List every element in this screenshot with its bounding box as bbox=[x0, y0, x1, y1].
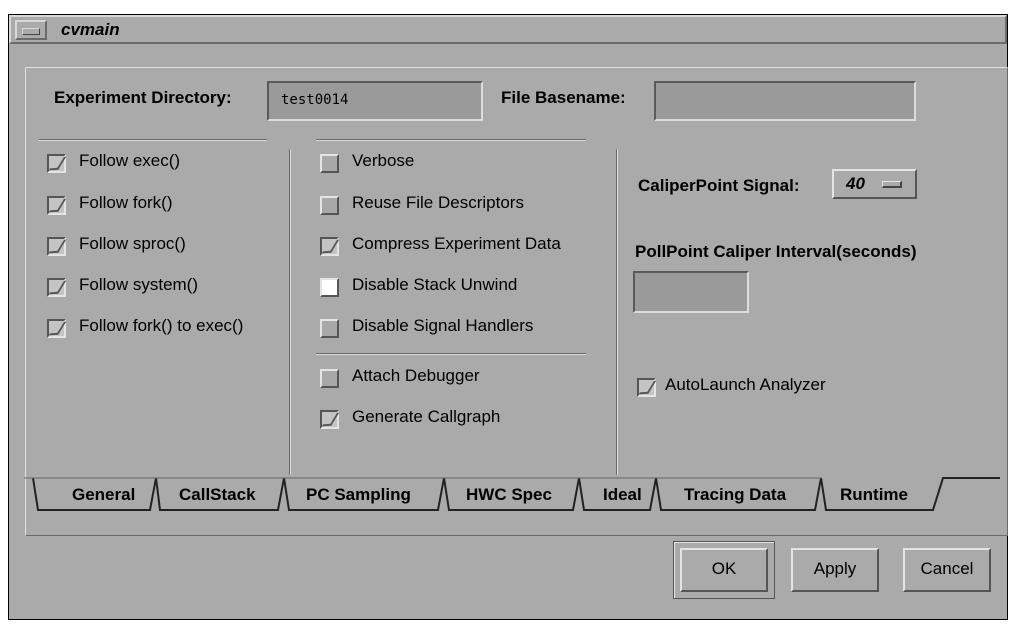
follow-fork-to-exec-checkbox[interactable] bbox=[47, 319, 66, 338]
follow-options-group: Follow exec() Follow fork() Follow sproc… bbox=[47, 151, 287, 351]
tab-callstack[interactable]: CallStack bbox=[179, 485, 256, 505]
follow-fork-checkbox[interactable] bbox=[47, 196, 66, 215]
compress-experiment-data-label: Compress Experiment Data bbox=[352, 234, 561, 253]
ok-button[interactable]: OK bbox=[680, 548, 768, 592]
runtime-options-group: Verbose Reuse File Descriptors Compress … bbox=[320, 151, 610, 471]
option-menu-indicator-icon bbox=[882, 181, 902, 188]
column-divider-left bbox=[289, 149, 291, 475]
pollpoint-interval-field[interactable] bbox=[633, 271, 749, 313]
experiment-directory-value: test0014 bbox=[281, 92, 349, 108]
autolaunch-analyzer-label: AutoLaunch Analyzer bbox=[665, 375, 826, 394]
pollpoint-interval-label: PollPoint Caliper Interval(seconds) bbox=[635, 242, 917, 261]
tab-ideal[interactable]: Ideal bbox=[603, 485, 642, 505]
follow-separator bbox=[39, 139, 267, 141]
compress-experiment-data-checkbox[interactable] bbox=[320, 237, 339, 256]
cancel-button[interactable]: Cancel bbox=[903, 548, 991, 592]
follow-sproc-checkbox[interactable] bbox=[47, 237, 66, 256]
experiment-directory-field[interactable]: test0014 bbox=[267, 81, 483, 121]
disable-stack-unwind-checkbox[interactable] bbox=[320, 278, 339, 297]
attach-debugger-checkbox[interactable] bbox=[320, 369, 339, 388]
attach-debugger-label: Attach Debugger bbox=[352, 366, 480, 385]
tab-pc-sampling[interactable]: PC Sampling bbox=[306, 485, 411, 505]
disable-stack-unwind-label: Disable Stack Unwind bbox=[352, 275, 518, 294]
follow-fork-label: Follow fork() bbox=[79, 193, 173, 212]
follow-system-label: Follow system() bbox=[79, 275, 199, 294]
disable-signal-handlers-label: Disable Signal Handlers bbox=[352, 316, 534, 335]
apply-button[interactable]: Apply bbox=[791, 548, 879, 592]
caliper-signal-value: 40 bbox=[846, 174, 865, 193]
experiment-directory-label: Experiment Directory: bbox=[54, 88, 232, 107]
tab-runtime[interactable]: Runtime bbox=[840, 485, 908, 505]
tab-hwc-spec[interactable]: HWC Spec bbox=[466, 485, 552, 505]
cvmain-window: cvmain Experiment Directory: test0014 Fi… bbox=[8, 14, 1008, 620]
window-menu-icon bbox=[22, 28, 40, 35]
follow-exec-label: Follow exec() bbox=[79, 151, 181, 170]
tab-tracing-data[interactable]: Tracing Data bbox=[684, 485, 786, 505]
window-title: cvmain bbox=[61, 20, 120, 39]
verbose-label: Verbose bbox=[352, 151, 415, 170]
file-basename-field[interactable] bbox=[654, 81, 916, 121]
title-bar[interactable]: cvmain bbox=[9, 15, 1007, 44]
verbose-checkbox[interactable] bbox=[320, 154, 339, 173]
window-menu-button[interactable] bbox=[15, 20, 47, 40]
caliper-signal-menu[interactable]: 40 bbox=[832, 169, 917, 199]
generate-callgraph-checkbox[interactable] bbox=[320, 410, 339, 429]
follow-exec-checkbox[interactable] bbox=[47, 154, 66, 173]
runtime-separator-top bbox=[316, 139, 586, 141]
follow-sproc-label: Follow sproc() bbox=[79, 234, 186, 253]
follow-system-checkbox[interactable] bbox=[47, 278, 66, 297]
tab-general[interactable]: General bbox=[72, 485, 135, 505]
column-divider-right bbox=[616, 149, 618, 475]
reuse-file-descriptors-label: Reuse File Descriptors bbox=[352, 193, 524, 212]
disable-signal-handlers-checkbox[interactable] bbox=[320, 319, 339, 338]
follow-fork-to-exec-label: Follow fork() to exec() bbox=[79, 316, 244, 335]
generate-callgraph-label: Generate Callgraph bbox=[352, 407, 501, 426]
reuse-file-descriptors-checkbox[interactable] bbox=[320, 196, 339, 215]
file-basename-label: File Basename: bbox=[501, 88, 626, 107]
autolaunch-analyzer-checkbox[interactable] bbox=[637, 378, 656, 397]
caliper-signal-label: CaliperPoint Signal: bbox=[638, 176, 800, 195]
